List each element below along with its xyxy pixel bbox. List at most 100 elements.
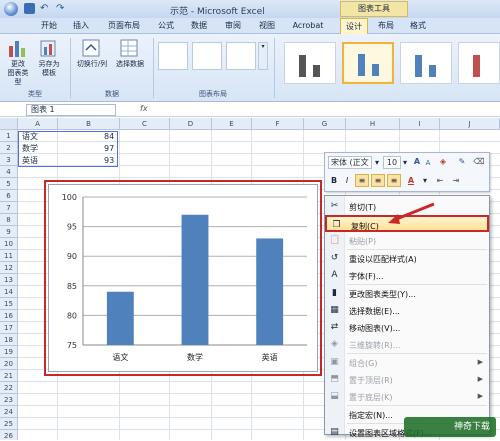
row-header[interactable]: 1 xyxy=(0,130,18,142)
row-header[interactable]: 3 xyxy=(0,154,18,166)
row-header[interactable]: 11 xyxy=(0,250,18,262)
context-menu-item[interactable]: ⇄ 移动图表(V)... xyxy=(325,319,489,336)
tab-page-layout[interactable]: 页面布局 xyxy=(100,18,148,34)
column-header[interactable]: C xyxy=(120,118,170,130)
row-header[interactable]: 24 xyxy=(0,406,18,418)
redo-icon[interactable]: ↷ xyxy=(56,3,67,14)
column-header[interactable]: B xyxy=(58,118,120,130)
tab-formulas[interactable]: 公式 xyxy=(152,18,180,34)
tab-data[interactable]: 数据 xyxy=(184,18,214,34)
chart-style-4[interactable] xyxy=(458,42,500,84)
save-icon[interactable] xyxy=(24,3,35,14)
select-data-button[interactable]: 选择数据 xyxy=(112,38,148,84)
tab-review[interactable]: 审阅 xyxy=(218,18,248,34)
column-header[interactable]: G xyxy=(304,118,346,130)
column-header[interactable]: I xyxy=(400,118,440,130)
row-header[interactable]: 14 xyxy=(0,286,18,298)
row-header[interactable]: 5 xyxy=(0,178,18,190)
row-header[interactable]: 22 xyxy=(0,382,18,394)
context-menu-item[interactable]: ▮ 更改图表类型(Y)... xyxy=(325,285,489,302)
grow-font-icon[interactable]: A xyxy=(411,156,423,168)
align-left-icon[interactable]: ≡ xyxy=(355,174,369,187)
column-header[interactable]: F xyxy=(252,118,304,130)
font-size-box[interactable]: 10 xyxy=(383,156,401,169)
cell-a3[interactable]: 英语 xyxy=(22,155,38,166)
bold-button[interactable]: B xyxy=(328,175,340,187)
select-all-corner[interactable] xyxy=(0,118,18,130)
column-header[interactable]: D xyxy=(170,118,212,130)
cell-b2[interactable]: 97 xyxy=(104,143,114,154)
insert-function-icon[interactable]: fx xyxy=(140,104,148,113)
row-header[interactable]: 15 xyxy=(0,298,18,310)
save-as-template-button[interactable]: 另存为 模板 xyxy=(34,38,64,84)
italic-button[interactable]: I xyxy=(341,175,353,187)
tab-acrobat[interactable]: Acrobat xyxy=(286,18,330,34)
column-header[interactable]: H xyxy=(346,118,400,130)
chart-layout-3[interactable] xyxy=(226,42,256,70)
change-chart-type-button[interactable]: 更改 图表类型 xyxy=(6,38,30,86)
chart-layout-1[interactable] xyxy=(158,42,188,70)
font-color-dropdown-icon[interactable]: ▾ xyxy=(421,175,429,187)
context-menu-item[interactable]: ▦ 选择数据(E)... xyxy=(325,302,489,319)
tab-insert[interactable]: 插入 xyxy=(66,18,96,34)
cell-a2[interactable]: 数学 xyxy=(22,143,38,154)
row-header[interactable]: 2 xyxy=(0,142,18,154)
row-header[interactable]: 6 xyxy=(0,190,18,202)
tab-design[interactable]: 设计 xyxy=(340,18,368,34)
increase-indent-icon[interactable]: ⇥ xyxy=(449,175,463,187)
font-size-dropdown-icon[interactable]: ▾ xyxy=(401,157,409,169)
font-name-dropdown-icon[interactable]: ▾ xyxy=(373,157,381,169)
chart-style-3[interactable] xyxy=(400,42,452,84)
row-header[interactable]: 12 xyxy=(0,262,18,274)
x-tick-label: 英语 xyxy=(262,352,278,362)
row-header[interactable]: 23 xyxy=(0,394,18,406)
context-menu-item-label: 粘贴(P) xyxy=(349,237,377,246)
chart-style-1[interactable] xyxy=(284,42,336,84)
context-menu-item[interactable]: ↺ 重设以匹配样式(A) xyxy=(325,250,489,267)
row-header[interactable]: 18 xyxy=(0,334,18,346)
row-header[interactable]: 17 xyxy=(0,322,18,334)
fill-color-icon[interactable]: ◈ xyxy=(437,156,449,168)
column-header[interactable]: J xyxy=(440,118,500,130)
undo-icon[interactable]: ↶ xyxy=(40,3,51,14)
tab-layout[interactable]: 布局 xyxy=(372,18,400,34)
office-button-icon[interactable] xyxy=(4,2,18,16)
row-header[interactable]: 16 xyxy=(0,310,18,322)
row-header[interactable]: 20 xyxy=(0,358,18,370)
row-header[interactable]: 4 xyxy=(0,166,18,178)
column-header[interactable]: A xyxy=(18,118,58,130)
decrease-indent-icon[interactable]: ⇤ xyxy=(433,175,447,187)
cell-a1[interactable]: 语文 xyxy=(22,131,38,142)
row-header[interactable]: 19 xyxy=(0,346,18,358)
layout-gallery-more-button[interactable]: ▾ xyxy=(258,42,268,70)
row-header[interactable]: 21 xyxy=(0,370,18,382)
row-header[interactable]: 7 xyxy=(0,202,18,214)
switch-row-column-button[interactable]: 切换行/列 xyxy=(74,38,110,84)
y-tick-label: 80 xyxy=(67,311,77,320)
row-header[interactable]: 26 xyxy=(0,430,18,440)
shrink-font-icon[interactable]: A xyxy=(423,157,433,169)
row-header[interactable]: 8 xyxy=(0,214,18,226)
cell-b3[interactable]: 93 xyxy=(104,155,114,166)
name-box[interactable]: 图表 1 xyxy=(26,104,116,116)
site-watermark: 神奇下载 xyxy=(404,417,496,437)
tab-view[interactable]: 视图 xyxy=(252,18,282,34)
embedded-chart[interactable]: 75 80 85 90 95 100 语文 数学 英语 xyxy=(48,184,318,372)
outline-icon[interactable]: ✎ xyxy=(455,156,469,168)
format-painter-icon[interactable]: ⌫ xyxy=(473,156,485,168)
align-right-icon[interactable]: ≡ xyxy=(387,174,401,187)
align-center-icon[interactable]: ≡ xyxy=(371,174,385,187)
row-header[interactable]: 10 xyxy=(0,238,18,250)
chart-style-2[interactable] xyxy=(342,42,394,84)
chart-layout-2[interactable] xyxy=(192,42,222,70)
font-name-box[interactable]: 宋体 (正文 xyxy=(328,156,372,169)
font-color-icon[interactable]: A xyxy=(405,175,417,187)
cell-b1[interactable]: 84 xyxy=(104,131,114,142)
row-header[interactable]: 9 xyxy=(0,226,18,238)
tab-format[interactable]: 格式 xyxy=(404,18,432,34)
context-menu-item[interactable]: A 字体(F)... xyxy=(325,267,489,284)
row-header[interactable]: 13 xyxy=(0,274,18,286)
tab-home[interactable]: 开始 xyxy=(34,18,64,34)
column-header[interactable]: E xyxy=(212,118,252,130)
row-header[interactable]: 25 xyxy=(0,418,18,430)
